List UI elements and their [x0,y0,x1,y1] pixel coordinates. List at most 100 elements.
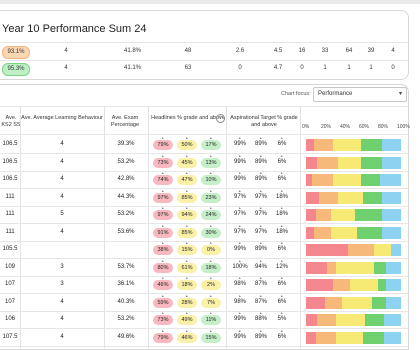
trend-arrow-icon: ▲ [280,328,284,333]
distribution-bar[interactable] [306,279,401,291]
bar-segment [364,314,384,326]
distribution-bar[interactable] [306,331,401,344]
distribution-bar[interactable] [306,314,401,326]
aspirational-value: 87% [254,281,267,287]
ks2-value: 105.5 [2,246,18,252]
headline-badge: 97% [153,192,173,203]
trend-arrow-icon: ▲ [185,171,189,175]
aspirational-value: 87% [254,298,267,305]
bar-segment [378,279,386,291]
aspirational-value: 6% [277,333,287,340]
learning-behaviour-value: 5 [60,211,64,217]
trend-arrow-icon: ▲ [185,136,189,140]
learning-behaviour-value: 4 [60,298,64,305]
trend-arrow-icon: ▲ [259,328,263,333]
summary-value: 4.5 [273,48,283,54]
headline-badge: 91% [153,227,173,238]
bar-segment [306,244,348,256]
bar-segment [306,296,325,309]
headline-badge: 23% [201,192,221,203]
trend-arrow-icon: ▲ [185,328,189,333]
trend-arrow-icon: ▲ [238,293,242,298]
trend-arrow-icon: ▲ [259,258,263,263]
bar-segment [306,279,333,291]
distribution-bar[interactable] [306,296,401,309]
info-icon[interactable]: i [216,114,225,123]
trend-arrow-icon: ▲ [161,293,165,298]
headline-badge: 61% [177,262,197,273]
headline-badge: 50% [177,140,197,150]
distribution-bar[interactable] [306,209,401,221]
row-divider [0,153,408,154]
aspirational-value: 89% [254,158,267,165]
distribution-bar[interactable] [306,139,401,151]
summary-value: 4.7 [273,65,283,71]
learning-behaviour-value: 4 [60,141,64,147]
col-header-ks2[interactable]: Ave. KS2 SS [0,115,22,129]
col-header-headlines[interactable]: Headlines % grade and above [150,115,226,122]
row-divider [0,345,408,347]
trend-arrow-icon: ▲ [161,206,165,210]
headline-badge: 18% [177,280,197,290]
trend-arrow-icon: ▲ [280,241,284,245]
exam-percentage-value: 44.3% [117,193,135,200]
summary-value: 41.1% [124,65,142,71]
ks2-value: 106.5 [2,176,18,182]
distribution-bar[interactable] [306,174,401,186]
summary-badge: 95.3% [2,63,30,76]
ks2-value: 107 [4,281,15,287]
aspirational-value: 6% [277,246,287,252]
bar-segment [361,139,382,151]
trend-arrow-icon: ▲ [161,223,165,228]
distribution-bar[interactable] [306,156,401,169]
ks2-value: 109 [4,263,15,270]
bar-segment [313,226,331,239]
headline-badge: 79% [153,140,173,150]
summary-value: 1 [323,65,327,71]
headline-badge: 10% [201,175,221,185]
trend-arrow-icon: ▲ [209,153,213,158]
col-header-learning-behaviour[interactable]: Ave. Average Learning Behaviour [20,115,104,122]
headline-badge: 79% [153,332,173,343]
bar-segment [306,139,314,151]
trend-arrow-icon: ▲ [259,171,263,175]
distribution-bar[interactable] [306,261,401,274]
bar-segment [332,174,362,186]
aspirational-value: 99% [233,176,246,182]
summary-value: 2.6 [235,48,245,54]
trend-arrow-icon: ▲ [161,276,165,280]
distribution-bar[interactable] [306,226,401,239]
col-header-aspirational-target[interactable]: Aspirational Target % grade and above [228,115,300,129]
aspirational-value: 18% [275,193,288,200]
bar-segment [315,209,331,221]
bar-segment [383,314,401,326]
aspirational-value: 99% [233,158,246,165]
trend-arrow-icon: ▲ [209,171,213,175]
distribution-bar[interactable] [306,191,401,204]
trend-arrow-icon: ▲ [209,276,213,280]
bar-segment [381,191,401,204]
exam-percentage-value: 49.6% [117,333,135,340]
header-divider [0,134,408,135]
summary-value: 4 [64,65,68,71]
trend-arrow-icon: ▲ [280,188,284,193]
trend-arrow-icon: ▲ [161,311,165,315]
trend-arrow-icon: ▲ [259,188,263,193]
row-divider [0,275,408,277]
axis-tick-label: 100% [397,124,410,130]
headline-badge: 11% [201,315,221,325]
trend-arrow-icon: ▲ [209,328,213,333]
chart-focus-select[interactable]: Performance ▾ [313,87,407,102]
axis-tick-label: 60% [359,124,370,130]
col-header-exam-percentage[interactable]: Ave. Exam Percentage [104,115,146,129]
trend-arrow-icon: ▲ [238,328,242,333]
headline-badge: 74% [153,175,173,185]
headline-badge: 15% [177,245,197,255]
bar-segment [338,191,363,204]
aspirational-value: 89% [254,176,267,182]
distribution-bar[interactable] [306,244,401,256]
trend-arrow-icon: ▲ [185,153,189,158]
exam-percentage-value: 53.6% [117,228,135,235]
summary-value: 4 [391,48,395,54]
bar-segment [332,279,350,291]
